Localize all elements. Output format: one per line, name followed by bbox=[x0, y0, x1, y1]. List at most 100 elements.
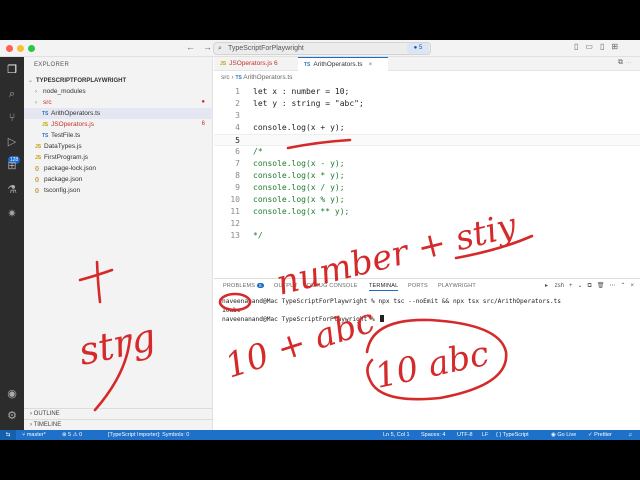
line-number: 4 bbox=[235, 123, 240, 132]
toggle-panel-icon[interactable]: ▭ bbox=[585, 42, 593, 51]
letterbox-top bbox=[0, 0, 640, 40]
tree-file[interactable]: {} tsconfig.json bbox=[24, 185, 213, 196]
new-terminal-icon[interactable]: + bbox=[569, 283, 573, 289]
extensions-icon[interactable]: ⊞ bbox=[5, 159, 19, 173]
letterbox-bottom bbox=[0, 440, 640, 480]
tree-file[interactable]: TS ArithOperators.ts bbox=[24, 108, 213, 119]
tree-folder[interactable]: › src ● bbox=[24, 97, 213, 108]
split-editor-icon[interactable]: ⧉ bbox=[618, 59, 623, 66]
forward-arrow-icon[interactable]: → bbox=[203, 42, 212, 52]
command-center-search[interactable]: ⌕ TypeScriptForPlaywright bbox=[213, 42, 431, 55]
tree-file[interactable]: {} package-lock.json bbox=[24, 163, 213, 174]
tree-item-label: JSOperators.js bbox=[51, 121, 94, 128]
run-debug-icon[interactable]: ▷ bbox=[5, 135, 19, 149]
minimize-window-icon[interactable] bbox=[17, 45, 24, 52]
language-mode[interactable]: { } TypeScript bbox=[496, 430, 529, 440]
tree-file[interactable]: TS TestFile.ts bbox=[24, 130, 213, 141]
end-of-line[interactable]: LF bbox=[482, 430, 488, 440]
terminal-output[interactable]: naveenanand@Mac TypeScriptForPlaywright … bbox=[222, 297, 632, 324]
toggle-secondary-sidebar-icon[interactable]: ▯ bbox=[600, 42, 604, 51]
encoding[interactable]: UTF-8 bbox=[457, 430, 473, 440]
testing-icon[interactable]: ⚗ bbox=[5, 183, 19, 197]
tab-problems[interactable]: PROBLEMS 5 bbox=[223, 283, 264, 289]
code-line: 7 console.log(x - y); bbox=[214, 158, 640, 170]
copilot-session-badge[interactable]: ● 5 bbox=[407, 43, 429, 54]
line-number: 8 bbox=[235, 171, 240, 180]
json-file-icon: {} bbox=[35, 188, 39, 194]
terminal-cursor bbox=[380, 315, 385, 322]
terminal-line: 10abc bbox=[222, 307, 241, 314]
code-line: 4 console.log(x + y); bbox=[214, 122, 640, 134]
split-terminal-icon[interactable]: ⧉ bbox=[588, 283, 592, 289]
code-line: 13 */ bbox=[214, 230, 640, 242]
source-control-icon[interactable]: ⑂ bbox=[5, 111, 19, 125]
prettier-status[interactable]: ✓ Prettier bbox=[588, 430, 612, 440]
tree-file[interactable]: JS DataTypes.js bbox=[24, 141, 213, 152]
line-number: 1 bbox=[235, 87, 240, 96]
maximize-window-icon[interactable] bbox=[28, 45, 35, 52]
cursor-position[interactable]: Ln 5, Col 1 bbox=[383, 430, 410, 440]
branch-indicator[interactable]: ⑂ master* bbox=[22, 430, 46, 440]
line-number: 6 bbox=[235, 147, 240, 156]
notifications-bell-icon[interactable]: ♫ bbox=[628, 430, 632, 440]
status-bar: ⇆ ⑂ master* ⊗ 5 ⚠ 0 [TypeScript Importer… bbox=[0, 430, 640, 440]
timeline-section[interactable]: › TIMELINE bbox=[24, 419, 213, 430]
code-editor[interactable]: 1 let x : number = 10; 2 let y : string = "… bbox=[214, 86, 640, 242]
terminal-shell-label[interactable]: ▸ zsh bbox=[545, 283, 564, 289]
outline-section[interactable]: › OUTLINE bbox=[24, 408, 213, 419]
explorer-sidebar: EXPLORER ⌄ TYPESCRIPTFORPLAYWRIGHT › node_… bbox=[24, 57, 213, 430]
close-panel-icon[interactable]: × bbox=[630, 283, 634, 289]
tree-file[interactable]: {} package.json bbox=[24, 174, 213, 185]
remote-icon[interactable]: ⇆ bbox=[0, 430, 16, 440]
tree-folder[interactable]: › node_modules bbox=[24, 86, 213, 97]
code-text: console.log(x / y); bbox=[253, 183, 345, 192]
close-tab-icon[interactable]: × bbox=[369, 61, 373, 68]
back-arrow-icon[interactable]: ← bbox=[186, 42, 195, 52]
tab-arithoperators[interactable]: TS ArithOperators.ts × bbox=[298, 57, 388, 71]
importer-status[interactable]: [TypeScript Importer]: Symbols: 0 bbox=[108, 430, 189, 440]
account-icon[interactable]: ◉ bbox=[5, 387, 19, 401]
project-root[interactable]: ⌄ TYPESCRIPTFORPLAYWRIGHT bbox=[24, 75, 213, 86]
tab-output[interactable]: OUTPUT bbox=[274, 283, 298, 289]
problems-indicator[interactable]: ⊗ 5 ⚠ 0 bbox=[62, 430, 82, 440]
tab-ports[interactable]: PORTS bbox=[408, 283, 428, 289]
terminal-actions: ▸ zsh + ⌄ ⧉ 🗑 ⋯ ⌃ × bbox=[540, 282, 634, 290]
code-text: console.log(x - y); bbox=[253, 159, 345, 168]
indentation[interactable]: Spaces: 4 bbox=[421, 430, 445, 440]
more-actions-icon[interactable]: ⋯ bbox=[609, 283, 615, 289]
tree-file[interactable]: JS FirstProgram.js bbox=[24, 152, 213, 163]
kill-terminal-icon[interactable]: 🗑 bbox=[597, 283, 605, 289]
js-file-icon: JS bbox=[220, 61, 227, 67]
tab-jsoperators[interactable]: JS JSOperators.js 6 bbox=[214, 57, 298, 71]
code-line: 11 console.log(x ** y); bbox=[214, 206, 640, 218]
line-number: 7 bbox=[235, 159, 240, 168]
line-number: 13 bbox=[230, 231, 240, 240]
editor-actions: ⧉ ⋯ bbox=[618, 59, 632, 67]
tree-file[interactable]: JS JSOperators.js 6 bbox=[24, 119, 213, 130]
code-text: console.log(x % y); bbox=[253, 195, 345, 204]
layout-controls: ▯ ▭ ▯ ⊞ bbox=[574, 42, 625, 51]
settings-gear-icon[interactable]: ⚙ bbox=[5, 409, 19, 423]
editor-area: JS JSOperators.js 6 TS ArithOperators.ts × … bbox=[214, 57, 640, 314]
search-icon[interactable]: ⌕ bbox=[5, 87, 19, 101]
customize-layout-icon[interactable]: ⊞ bbox=[611, 42, 618, 51]
tab-terminal[interactable]: TERMINAL bbox=[369, 283, 399, 291]
go-live-button[interactable]: ◉ Go Live bbox=[551, 430, 576, 440]
terminal-line: naveenanand@Mac TypeScriptForPlaywright … bbox=[222, 298, 561, 305]
more-actions-icon[interactable]: ⋯ bbox=[625, 59, 632, 66]
remote-explorer-icon[interactable]: ✷ bbox=[5, 207, 19, 221]
close-window-icon[interactable] bbox=[6, 45, 13, 52]
chevron-down-icon[interactable]: ⌄ bbox=[578, 283, 583, 289]
code-text: let y : string = "abc"; bbox=[253, 99, 364, 108]
tab-playwright[interactable]: PLAYWRIGHT bbox=[438, 283, 476, 289]
line-number: 11 bbox=[230, 207, 240, 216]
maximize-panel-icon[interactable]: ⌃ bbox=[620, 283, 625, 289]
tab-debug-console[interactable]: DEBUG CONSOLE bbox=[307, 283, 358, 289]
toggle-sidebar-icon[interactable]: ▯ bbox=[574, 42, 578, 51]
explorer-icon[interactable]: ❐ bbox=[5, 63, 19, 77]
breadcrumb: src › TS ArithOperators.ts bbox=[221, 74, 293, 81]
tree-item-label: FirstProgram.js bbox=[44, 154, 89, 161]
file-tree: ⌄ TYPESCRIPTFORPLAYWRIGHT › node_modules › s… bbox=[24, 75, 213, 196]
vscode-window: ← → ⌕ TypeScriptForPlaywright ● 5 ▯ ▭ ▯ ⊞ ❐ … bbox=[0, 40, 640, 440]
title-bar: ← → ⌕ TypeScriptForPlaywright ● 5 ▯ ▭ ▯ ⊞ bbox=[0, 40, 640, 57]
